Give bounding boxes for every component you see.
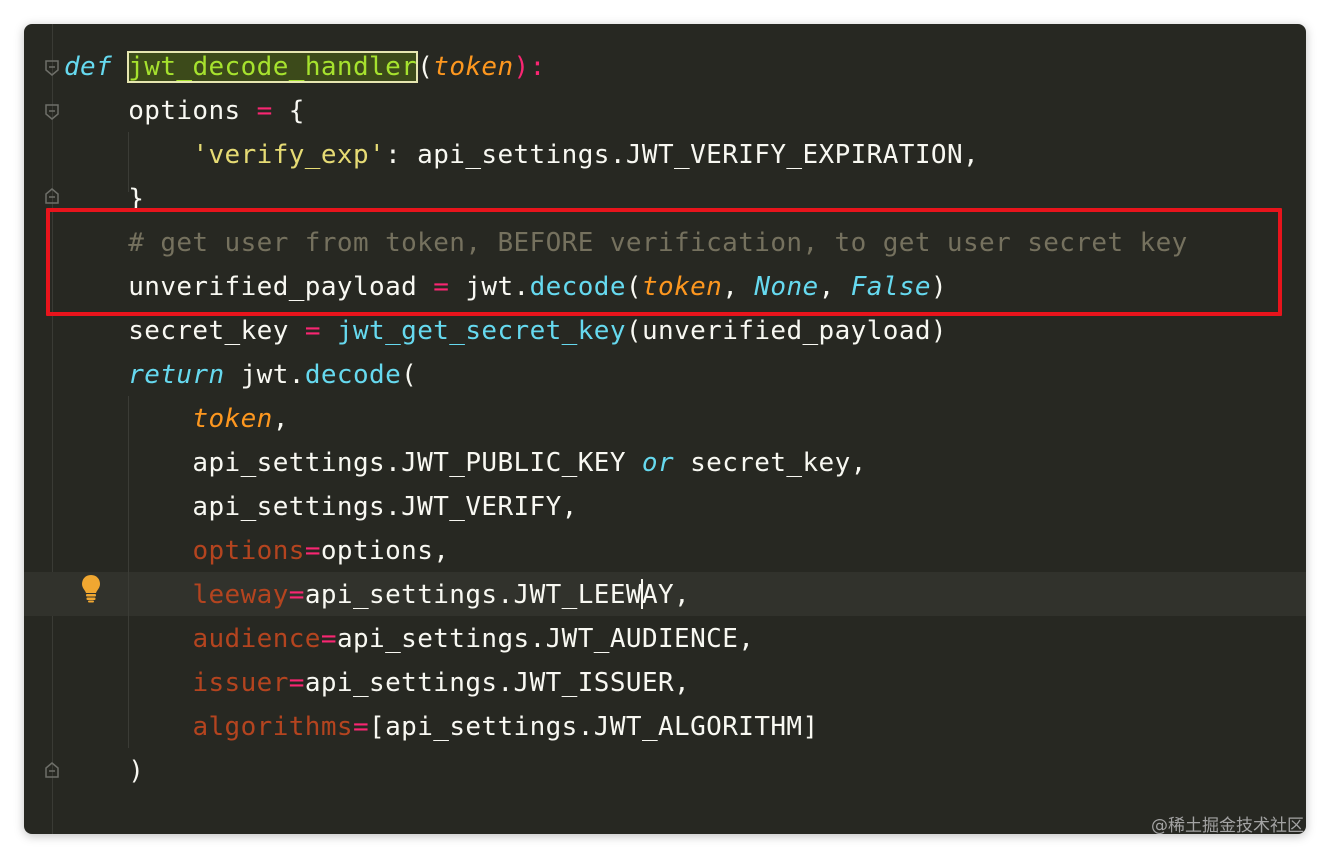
- code-token: : api_settings.JWT_VERIFY_EXPIRATION,: [385, 140, 980, 170]
- gutter-divider: [52, 24, 53, 834]
- fold-icon-def[interactable]: [45, 60, 59, 76]
- code-line[interactable]: api_settings.JWT_VERIFY,: [64, 485, 1188, 529]
- code-token: }: [64, 184, 145, 214]
- code-token: api_settings.JWT_VERIFY,: [64, 492, 578, 522]
- code-line[interactable]: 'verify_exp': api_settings.JWT_VERIFY_EX…: [64, 133, 1188, 177]
- code-line[interactable]: return jwt.decode(: [64, 353, 1188, 397]
- code-token: AY,: [641, 580, 691, 610]
- code-token: token: [192, 404, 273, 434]
- code-token: =: [304, 316, 321, 346]
- code-token: ,: [818, 272, 851, 302]
- code-token: ):: [513, 52, 546, 82]
- code-token: api_settings.JWT_PUBLIC_KEY: [64, 448, 642, 478]
- code-line[interactable]: # get user from token, BEFORE verificati…: [64, 221, 1188, 265]
- code-token: jwt_decode_handler: [127, 51, 419, 83]
- code-token: None: [754, 272, 819, 302]
- code-token: issuer: [192, 668, 289, 698]
- code-token: api_settings.JWT_LEEW: [304, 580, 642, 610]
- code-line[interactable]: options=options,: [64, 529, 1188, 573]
- code-token: =: [288, 668, 305, 698]
- code-token: options: [64, 96, 257, 126]
- code-line[interactable]: token,: [64, 397, 1188, 441]
- code-token: secret_key: [64, 316, 305, 346]
- code-token: token: [641, 272, 723, 302]
- code-token: =: [320, 624, 337, 654]
- code-line[interactable]: api_settings.JWT_PUBLIC_KEY or secret_ke…: [64, 441, 1188, 485]
- watermark: @稀土掘金技术社区: [1151, 816, 1304, 836]
- code-line[interactable]: }: [64, 177, 1188, 221]
- code-token: (unverified_payload): [625, 316, 947, 346]
- code-token: =: [256, 96, 273, 126]
- code-token: =: [433, 272, 450, 302]
- fold-end-icon-options[interactable]: [45, 188, 59, 204]
- code-editor[interactable]: def jwt_decode_handler(token): options =…: [24, 24, 1306, 834]
- code-line[interactable]: leeway=api_settings.JWT_LEEWAY,: [64, 573, 1188, 617]
- code-token: def: [64, 52, 113, 82]
- code-token: token: [433, 52, 514, 82]
- code-token: False: [850, 272, 931, 302]
- code-token: leeway: [192, 580, 289, 610]
- code-token: unverified_payload: [64, 272, 434, 302]
- code-token: ,: [272, 404, 289, 434]
- code-token: jwt.: [224, 360, 305, 390]
- code-line[interactable]: unverified_payload = jwt.decode(token, N…: [64, 265, 1188, 309]
- code-token: decode: [529, 272, 626, 302]
- code-token: ): [930, 272, 948, 302]
- code-line[interactable]: ): [64, 749, 1188, 793]
- code-line[interactable]: secret_key = jwt_get_secret_key(unverifi…: [64, 309, 1188, 353]
- code-token: options,: [320, 536, 450, 566]
- code-token: secret_key,: [674, 448, 867, 478]
- code-token: [api_settings.JWT_ALGORITHM]: [369, 712, 819, 742]
- code-line[interactable]: def jwt_decode_handler(token):: [64, 45, 1188, 89]
- code-token: (: [417, 52, 434, 82]
- code-token: =: [304, 536, 321, 566]
- code-token: 'verify_exp': [192, 140, 386, 170]
- code-token: jwt_get_secret_key: [336, 316, 626, 346]
- fold-icon-options[interactable]: [45, 104, 59, 120]
- code-token: return: [128, 360, 225, 390]
- code-line[interactable]: audience=api_settings.JWT_AUDIENCE,: [64, 617, 1188, 661]
- code-line[interactable]: algorithms=[api_settings.JWT_ALGORITHM]: [64, 705, 1188, 749]
- code-token: api_settings.JWT_AUDIENCE,: [336, 624, 755, 654]
- code-line[interactable]: options = {: [64, 89, 1188, 133]
- code-token: ): [64, 756, 145, 786]
- code-token: ,: [722, 272, 755, 302]
- code-content[interactable]: def jwt_decode_handler(token): options =…: [64, 45, 1188, 793]
- code-token: # get user from token, BEFORE verificati…: [64, 228, 1188, 258]
- fold-end-icon-return[interactable]: [45, 762, 59, 778]
- code-token: decode: [304, 360, 402, 390]
- code-token: audience: [192, 624, 321, 654]
- code-token: (: [625, 272, 642, 302]
- code-token: =: [352, 712, 370, 742]
- code-token: api_settings.JWT_ISSUER,: [304, 668, 691, 698]
- code-token: jwt.: [449, 272, 530, 302]
- code-token: =: [288, 580, 305, 610]
- code-token: {: [272, 96, 305, 126]
- code-line[interactable]: issuer=api_settings.JWT_ISSUER,: [64, 661, 1188, 705]
- code-token: or: [641, 448, 675, 478]
- code-token: options: [192, 536, 305, 566]
- code-token: algorithms: [192, 712, 353, 742]
- code-token: (: [401, 360, 418, 390]
